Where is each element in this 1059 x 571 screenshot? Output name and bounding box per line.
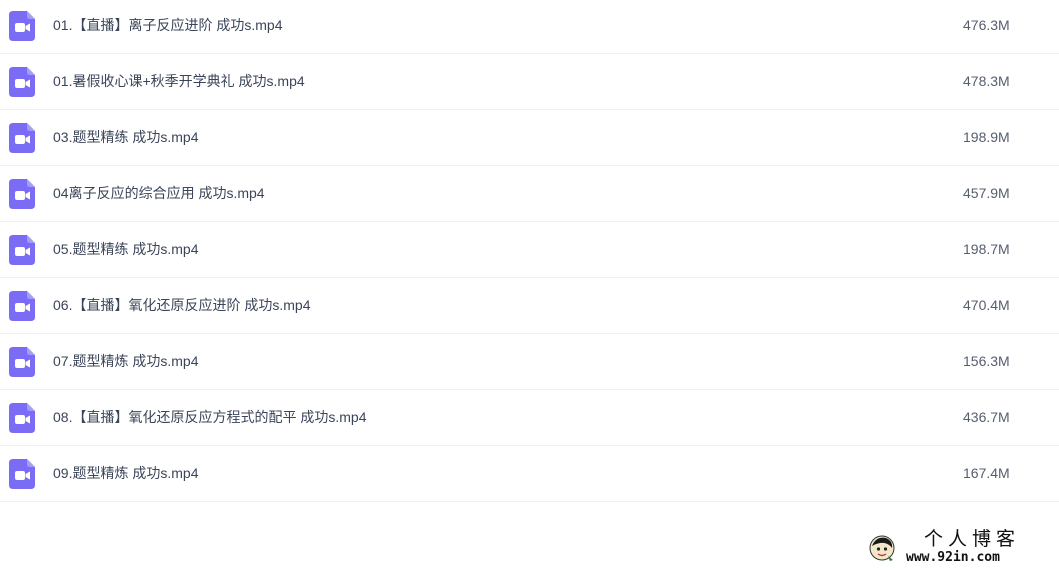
file-name: 09.题型精炼 成功s.mp4 [53,465,199,481]
video-file-icon [9,67,35,97]
file-row[interactable]: 07.题型精炼 成功s.mp4 156.3M [0,334,1059,390]
video-file-icon [9,291,35,321]
video-file-icon [9,235,35,265]
watermark-avatar [868,534,896,562]
file-row[interactable]: 03.题型精练 成功s.mp4 198.9M [0,110,1059,166]
video-file-icon [9,403,35,433]
file-name: 07.题型精炼 成功s.mp4 [53,353,199,369]
file-row[interactable]: 05.题型精练 成功s.mp4 198.7M [0,222,1059,278]
video-file-icon [9,11,35,41]
watermark-url: www.92in.com [906,550,1000,565]
file-size: 478.3M [963,73,1010,89]
file-row[interactable]: 04离子反应的综合应用 成功s.mp4 457.9M [0,166,1059,222]
file-name: 01.暑假收心课+秋季开学典礼 成功s.mp4 [53,73,305,89]
file-row[interactable]: 01.【直播】离子反应进阶 成功s.mp4 476.3M [0,0,1059,54]
file-size: 436.7M [963,409,1010,425]
file-size: 457.9M [963,185,1010,201]
file-name: 03.题型精练 成功s.mp4 [53,129,199,145]
file-row[interactable]: 09.题型精炼 成功s.mp4 167.4M [0,446,1059,502]
file-size: 198.9M [963,129,1010,145]
file-size: 476.3M [963,17,1010,33]
file-row[interactable]: 08.【直播】氧化还原反应方程式的配平 成功s.mp4 436.7M [0,390,1059,446]
video-file-icon [9,123,35,153]
file-list: 01.【直播】离子反应进阶 成功s.mp4 476.3M 01.暑假收心课+秋季… [0,0,1059,502]
file-size: 156.3M [963,353,1010,369]
video-file-icon [9,459,35,489]
file-name: 05.题型精练 成功s.mp4 [53,241,199,257]
file-name: 01.【直播】离子反应进阶 成功s.mp4 [53,17,283,33]
watermark: 个人博客 www.92in.com [866,528,1056,568]
file-size: 198.7M [963,241,1010,257]
file-name: 06.【直播】氧化还原反应进阶 成功s.mp4 [53,297,311,313]
file-name: 04离子反应的综合应用 成功s.mp4 [53,185,265,201]
file-row[interactable]: 06.【直播】氧化还原反应进阶 成功s.mp4 470.4M [0,278,1059,334]
file-size: 470.4M [963,297,1010,313]
video-file-icon [9,179,35,209]
file-size: 167.4M [963,465,1010,481]
watermark-title: 个人博客 [924,528,1021,550]
file-name: 08.【直播】氧化还原反应方程式的配平 成功s.mp4 [53,409,367,425]
file-row[interactable]: 01.暑假收心课+秋季开学典礼 成功s.mp4 478.3M [0,54,1059,110]
video-file-icon [9,347,35,377]
